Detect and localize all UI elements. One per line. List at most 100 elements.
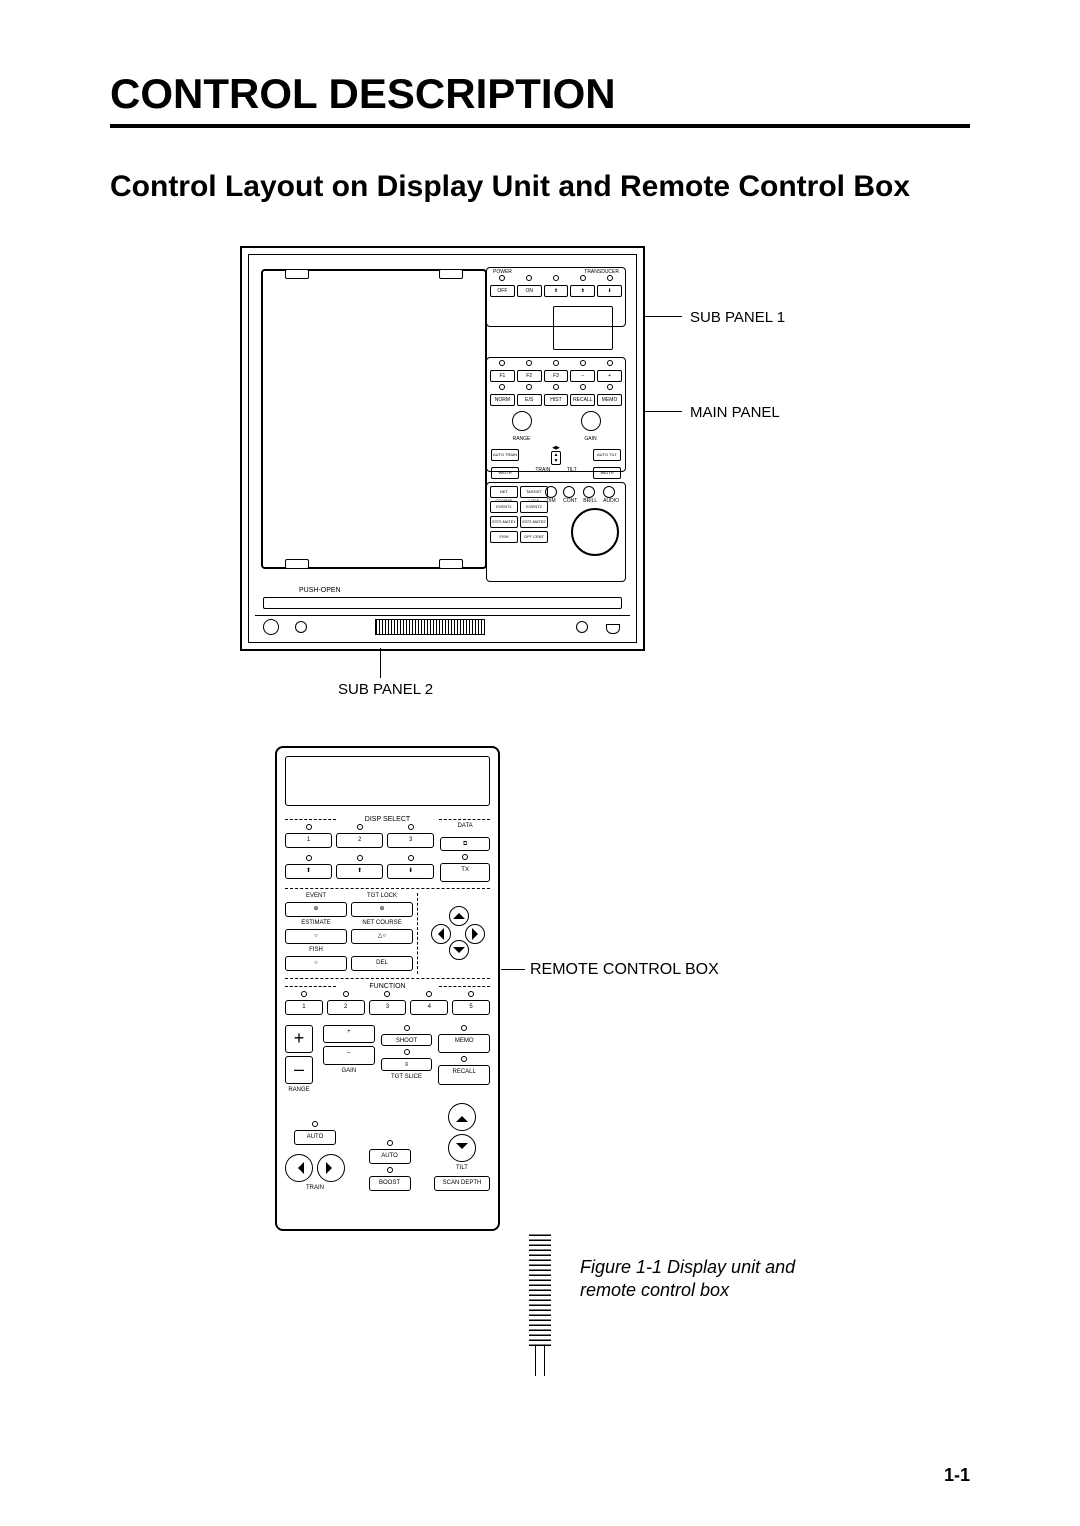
trackball-knob[interactable] [571,508,619,556]
led-icon [387,855,434,861]
train-tilt-frame: ▲▼ [551,451,562,465]
width-r-button[interactable]: WIDTH [593,467,621,479]
brill-label: BRILL [583,498,597,504]
led-icon [440,854,490,860]
on-button[interactable]: ON [517,285,542,297]
led-icon [387,1140,393,1146]
fish-button[interactable]: FISH [490,531,518,543]
card-slot [263,597,622,609]
remote-display [285,756,490,806]
auto-tilt-button[interactable]: AUTO TILT [593,449,621,461]
page-number: 1-1 [944,1465,970,1486]
gain-label: GAIN [581,436,601,442]
event1-button[interactable]: EVENT1 [490,501,518,513]
estimate1-button[interactable]: ESTI-MATE1 [490,516,518,528]
audio-dial[interactable] [603,486,615,498]
led-icon [490,360,515,367]
minus-button[interactable]: – [570,370,595,382]
tx-button[interactable]: TX [440,863,490,882]
range-plus-button[interactable]: + [285,1025,313,1053]
xdcr-mid-button[interactable]: ⬆ [570,285,595,297]
dpad-left-button[interactable] [431,924,451,944]
f1-button[interactable]: F1 [490,370,515,382]
es-button[interactable]: E/S [517,394,542,406]
led-icon [597,384,622,391]
train-right-button[interactable] [317,1154,345,1182]
tgt-lock-button[interactable]: ⊕ [351,902,413,917]
recall-button[interactable]: RECALL [570,394,595,406]
estimate-label: ESTIMATE [285,920,347,926]
disp-3-button[interactable]: 3 [387,833,434,848]
dim-dial[interactable] [545,486,557,498]
f3-button[interactable]: F3 [544,370,569,382]
led-icon [285,824,332,830]
cont-dial[interactable] [563,486,575,498]
off-button[interactable]: OFF [490,285,515,297]
led-icon [381,1025,433,1031]
recall-button[interactable]: RECALL [438,1065,490,1085]
memo-button[interactable]: MEMO [438,1034,490,1054]
estimate-button[interactable]: ○ [285,929,347,944]
gain-dial[interactable] [581,411,601,431]
dpad-down-button[interactable] [449,940,469,960]
func-3-button[interactable]: 3 [369,1000,407,1015]
boost-button[interactable]: BOOST [369,1176,411,1191]
range-minus-button[interactable]: – [285,1056,313,1084]
gain-minus-button[interactable]: – [323,1046,375,1065]
width-l-button[interactable]: WIDTH [491,467,519,479]
brill-dial[interactable] [583,486,595,498]
func-4-button[interactable]: 4 [410,1000,448,1015]
train-left-button[interactable] [285,1154,313,1182]
tilt-label: TILT [456,1165,468,1171]
dim-label: DIM [545,498,557,504]
tgt-slice-button[interactable]: ≡ [381,1058,433,1071]
func-1-button[interactable]: 1 [285,1000,323,1015]
led-icon [570,384,595,391]
f2-button[interactable]: F2 [517,370,542,382]
range-dial[interactable] [512,411,532,431]
auto-train-button[interactable]: AUTO TRAIN [491,449,519,461]
estimate2-button[interactable]: ESTI-MATE2 [520,516,548,528]
auto-train-button[interactable]: AUTO [294,1130,336,1145]
net-course-button[interactable]: △○ [351,929,413,944]
xdcr-down-button[interactable]: ⬇ [387,864,434,879]
gain-plus-button[interactable]: + [323,1025,375,1044]
target-lock-button[interactable]: TARGET LOCK [520,486,548,498]
remote-control-box: DISP SELECT 1 2 3 DATA ⧉ [275,746,500,1231]
foot-bar [255,615,630,636]
func-2-button[interactable]: 2 [327,1000,365,1015]
control-column: POWER TRANSDUCER OFF ON [486,267,626,583]
shoot-button[interactable]: SHOOT [381,1034,433,1047]
scan-depth-button[interactable]: SCAN DEPTH [434,1176,490,1191]
disp-1-button[interactable]: 1 [285,833,332,848]
dpad-right-button[interactable] [465,924,485,944]
fish-button[interactable]: ○ [285,956,347,971]
tgt-lock-label: TGT LOCK [351,893,413,899]
tilt-up-button[interactable] [448,1103,476,1131]
dpad-up-button[interactable] [449,906,469,926]
xdcr-mid-button[interactable]: ⬆ [336,864,383,879]
led-icon [438,1056,490,1062]
xdcr-down-button[interactable]: ⬇ [597,285,622,297]
auto-tilt-button[interactable]: AUTO [369,1149,411,1164]
xdcr-up-button[interactable]: ⬆ [544,285,569,297]
event-button[interactable]: ⊕ [285,902,347,917]
connector-icon [606,624,620,634]
plus-button[interactable]: + [597,370,622,382]
disp-2-button[interactable]: 2 [336,833,383,848]
event2-button[interactable]: EVENT2 [520,501,548,513]
xdcr-up-button[interactable]: ⬆ [285,864,332,879]
norm-button[interactable]: NORM [490,394,515,406]
del-button[interactable]: DEL [351,956,413,971]
net-course-button[interactable]: NET COURSE [490,486,518,498]
off-cent-button[interactable]: OFF CENT [520,531,548,543]
tilt-down-button[interactable] [448,1134,476,1162]
func-5-button[interactable]: 5 [452,1000,490,1015]
hist-button[interactable]: HIST [544,394,569,406]
data-button[interactable]: ⧉ [440,837,490,851]
led-icon [369,991,407,997]
memo-button[interactable]: MEMO [597,394,622,406]
sub-panel-1-window [553,306,613,350]
remote-dpad[interactable] [431,906,485,960]
callout-remote: REMOTE CONTROL BOX [530,961,719,979]
